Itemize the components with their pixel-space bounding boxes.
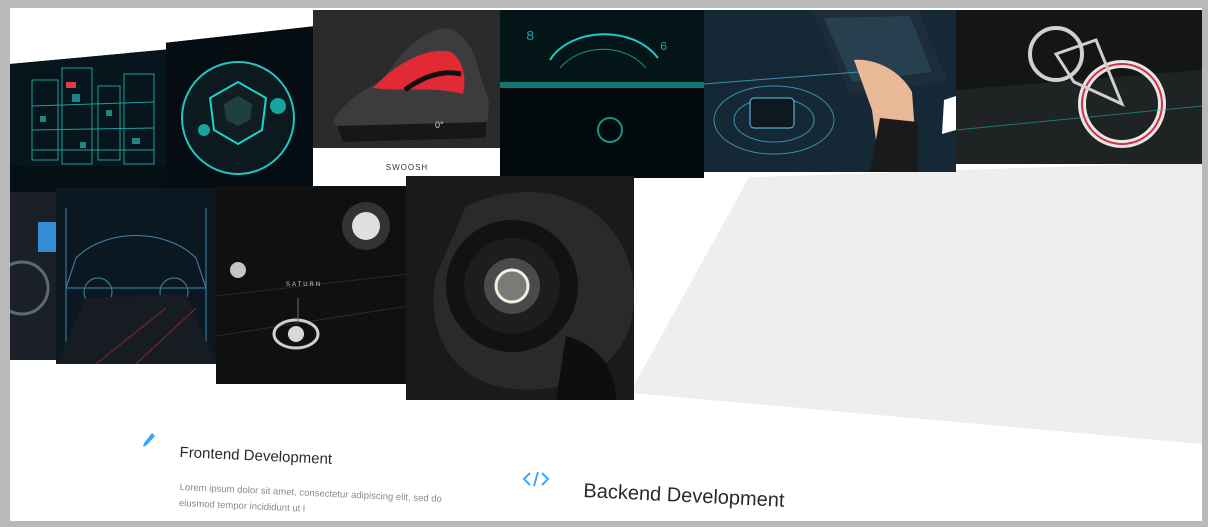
service-description-frontend: Lorem ipsum dolor sit amet, consectetur … (178, 481, 443, 515)
gallery-tile-saturn[interactable]: SATURN (216, 186, 408, 384)
code-icon (522, 470, 550, 488)
gallery-tile-bike[interactable] (956, 10, 1202, 164)
service-title-backend: Backend Development (582, 480, 785, 512)
gallery-tile-city[interactable] (10, 49, 172, 196)
gallery-tile-helmet[interactable]: 8 6 (500, 10, 704, 178)
gallery-tile-ball[interactable] (166, 26, 316, 194)
svg-text:6: 6 (660, 40, 667, 54)
gallery-tile-car[interactable] (56, 188, 216, 364)
gallery-tile-edge[interactable] (10, 192, 58, 360)
service-title-frontend: Frontend Development (179, 444, 333, 468)
pencil-icon (142, 432, 156, 448)
saturn-caption: SATURN (286, 282, 323, 288)
svg-text:8: 8 (526, 29, 534, 45)
portfolio-page: 0° SWOOSH 8 6 SATURN Frontend Developmen… (10, 8, 1202, 521)
gallery-tile-shoe[interactable]: 0° SWOOSH (313, 10, 501, 186)
gallery-tile-speaker[interactable] (406, 176, 634, 400)
svg-text:0°: 0° (435, 120, 444, 130)
gallery-tile-laptop[interactable] (704, 10, 956, 172)
